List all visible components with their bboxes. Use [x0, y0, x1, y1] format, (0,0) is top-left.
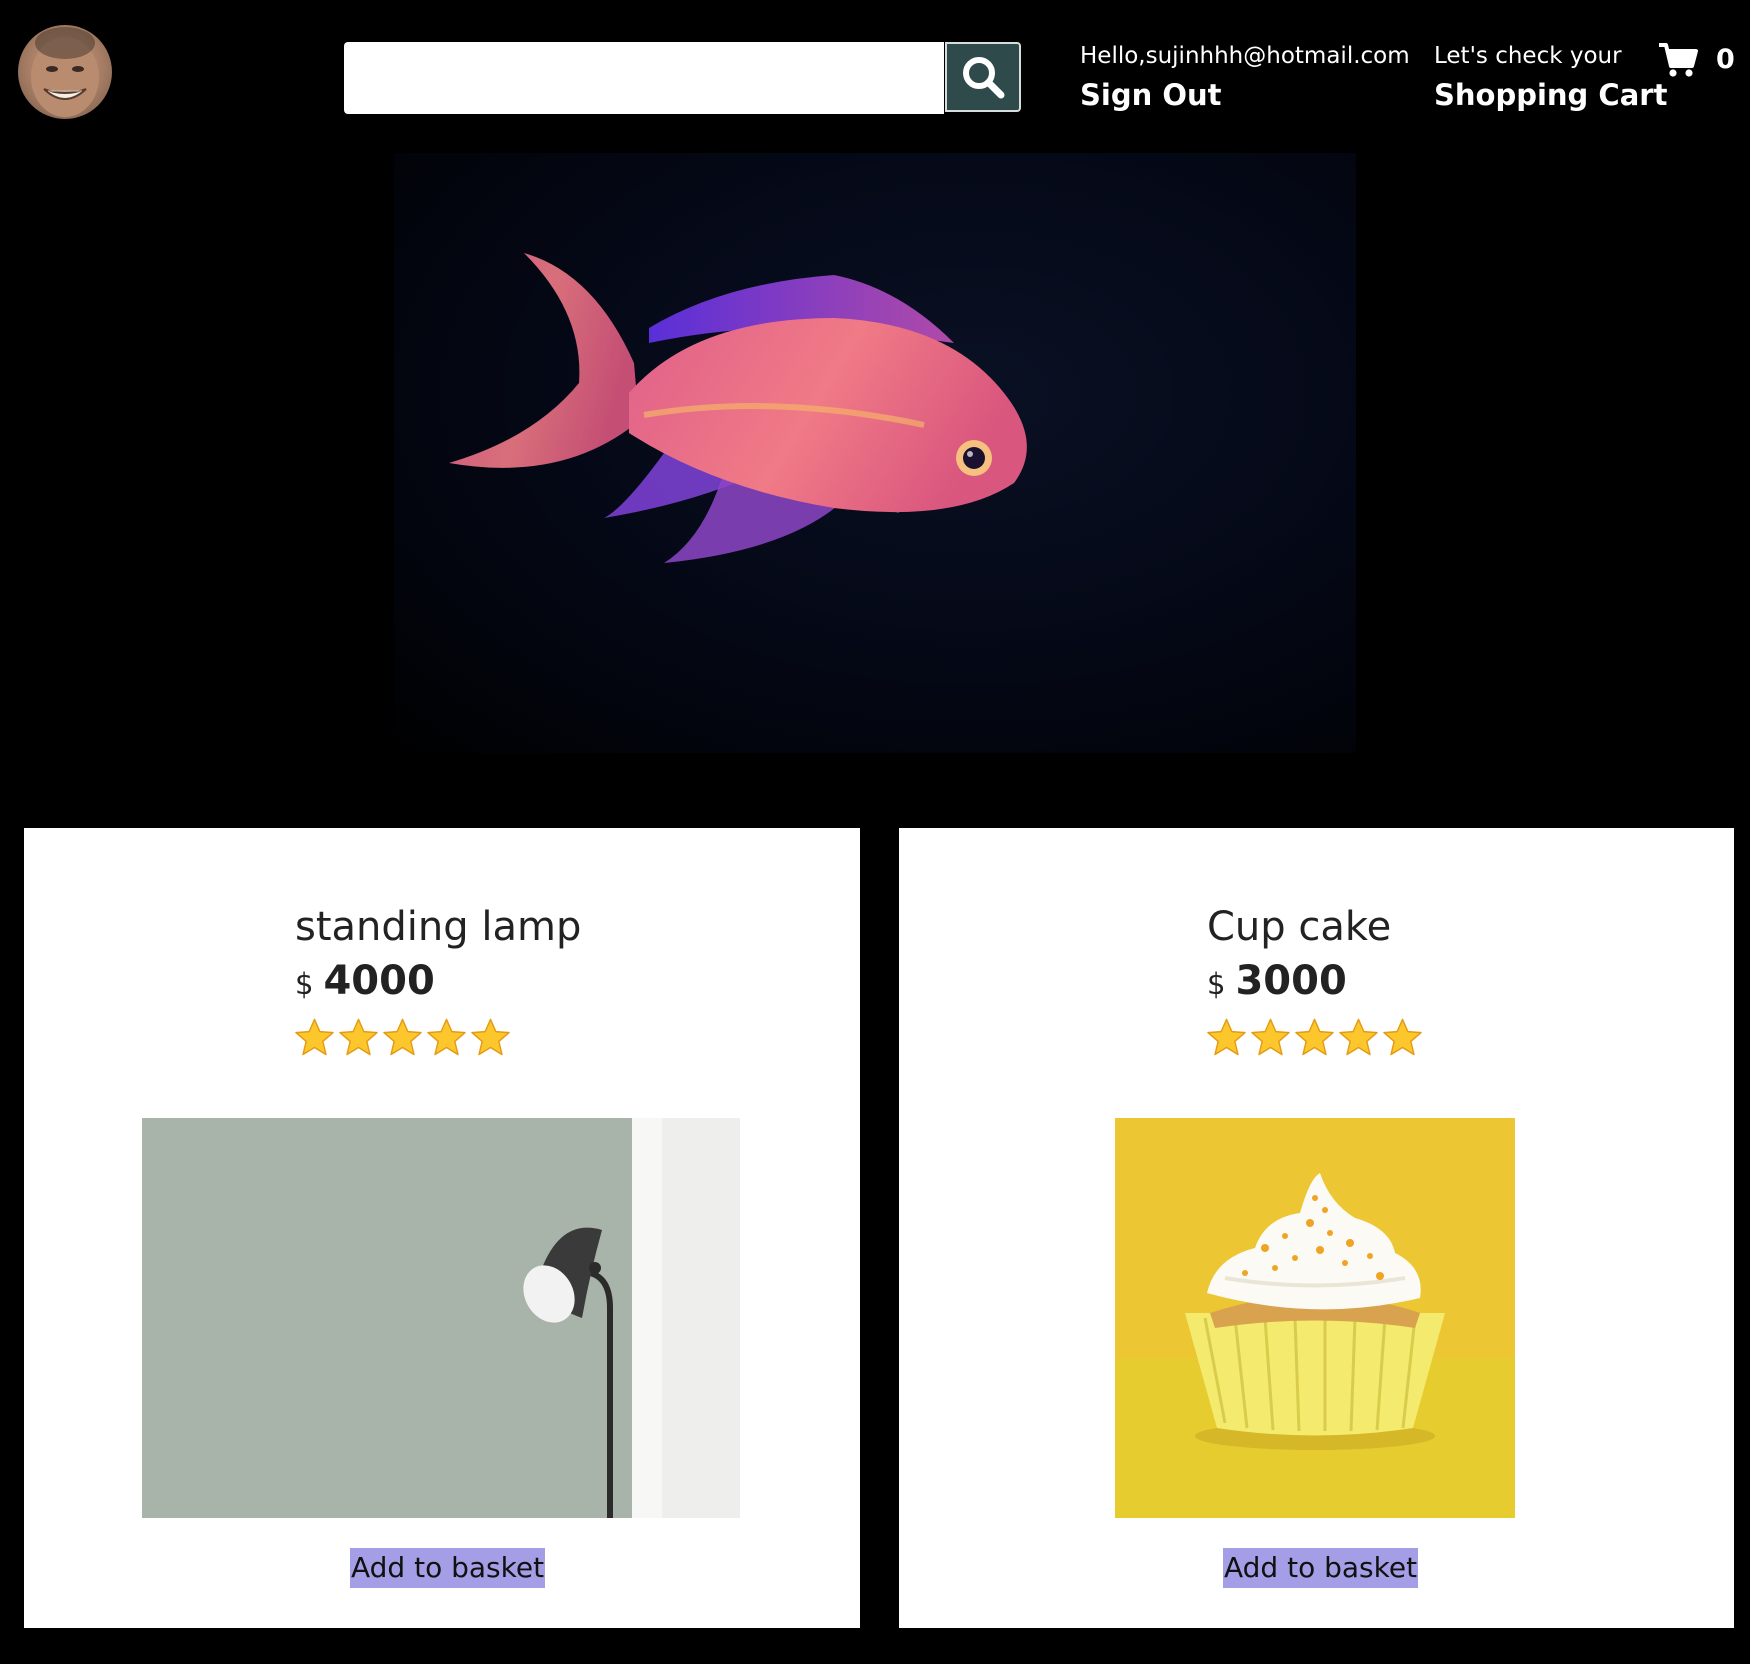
avatar-face-image: [31, 27, 99, 117]
cart-basket-link[interactable]: 0: [1658, 40, 1735, 80]
product-price: $ 3000: [1207, 958, 1422, 1004]
star-icon: [1207, 1018, 1246, 1056]
search-input[interactable]: [344, 42, 944, 114]
price-value: 4000: [323, 958, 435, 1004]
price-value: 3000: [1235, 958, 1347, 1004]
price-currency: $: [295, 967, 314, 1001]
product-image-cup-cake: [1115, 1118, 1515, 1518]
star-icon: [1251, 1018, 1290, 1056]
hero-banner-image: [394, 153, 1356, 753]
add-to-basket-button[interactable]: Add to basket: [350, 1548, 546, 1588]
star-icon: [339, 1018, 378, 1056]
price-currency: $: [1207, 967, 1226, 1001]
star-icon: [427, 1018, 466, 1056]
shopping-cart-icon: [1659, 43, 1698, 77]
fish-photo: [449, 253, 1027, 563]
product-card: standing lamp $ 4000 Add to basket: [24, 828, 860, 1628]
shopping-cart-link[interactable]: Shopping Cart: [1434, 78, 1667, 112]
star-icon: [295, 1018, 334, 1056]
cart-count: 0: [1716, 44, 1735, 75]
search-icon: [963, 57, 1005, 99]
product-rating: [1207, 1018, 1422, 1056]
shopping-cart-option[interactable]: Let's check your Shopping Cart: [1434, 42, 1667, 112]
product-image-standing-lamp: [142, 1118, 740, 1518]
cart-prompt: Let's check your: [1434, 43, 1622, 69]
search-button[interactable]: [945, 42, 1021, 112]
user-sign-out-option[interactable]: Hello,sujinhhh@hotmail.com Sign Out: [1080, 42, 1410, 112]
avatar[interactable]: [18, 25, 112, 119]
product-price: $ 4000: [295, 958, 581, 1004]
star-icon: [1339, 1018, 1378, 1056]
user-greeting: Hello,sujinhhh@hotmail.com: [1080, 43, 1410, 69]
add-to-basket-button[interactable]: Add to basket: [1223, 1548, 1419, 1588]
star-icon: [1383, 1018, 1422, 1056]
product-info: Cup cake $ 3000: [1207, 902, 1422, 1056]
cup-cake-photo: [1115, 1118, 1515, 1518]
product-rating: [295, 1018, 581, 1056]
star-icon: [383, 1018, 422, 1056]
page: Hello,sujinhhh@hotmail.com Sign Out Let'…: [0, 0, 1750, 1664]
sign-out-link[interactable]: Sign Out: [1080, 78, 1410, 112]
standing-lamp-photo: [142, 1118, 740, 1518]
product-card: Cup cake $ 3000 Add to basket: [899, 828, 1734, 1628]
star-icon: [1295, 1018, 1334, 1056]
star-icon: [471, 1018, 510, 1056]
product-title: Cup cake: [1207, 904, 1392, 950]
product-title: standing lamp: [295, 904, 582, 950]
product-info: standing lamp $ 4000: [295, 902, 581, 1056]
